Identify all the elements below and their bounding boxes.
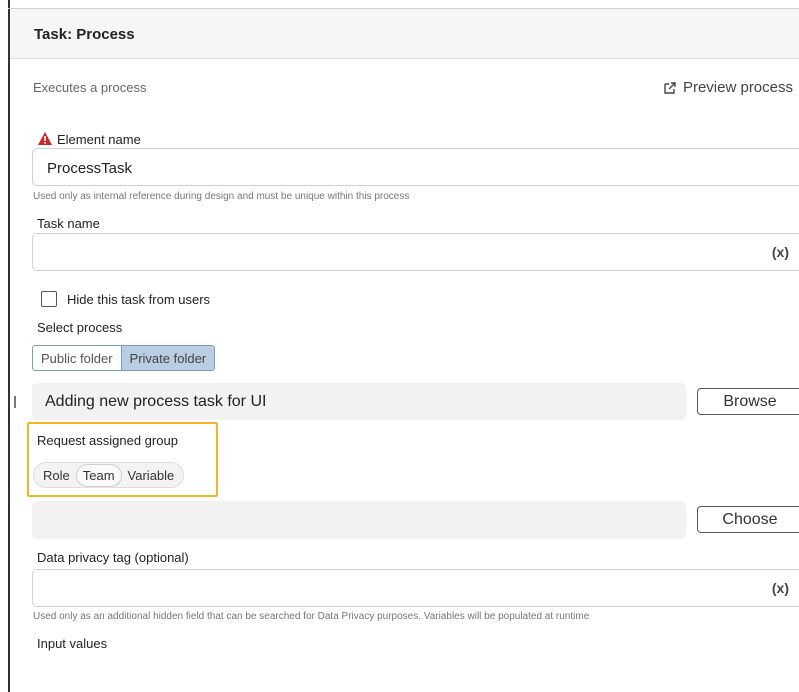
request-group-label: Request assigned group [37, 433, 178, 448]
panel-title: Task: Process [34, 26, 135, 43]
group-type-toggle: Role Team Variable [33, 462, 185, 488]
option-role[interactable]: Role [37, 465, 76, 486]
selected-process-value: Adding new process task for UI [45, 393, 267, 410]
tab-private-folder[interactable]: Private folder [120, 346, 215, 370]
hide-task-checkbox[interactable] [41, 291, 57, 307]
task-description: Executes a process [33, 80, 147, 95]
preview-process-link[interactable]: Preview process [663, 79, 793, 96]
panel-edge-marker [14, 396, 16, 408]
data-privacy-input[interactable]: (x) [32, 569, 799, 607]
option-team[interactable]: Team [75, 463, 122, 487]
data-privacy-help: Used only as an additional hidden field … [33, 611, 590, 622]
tab-public-folder[interactable]: Public folder [33, 346, 121, 370]
select-process-label: Select process [37, 320, 123, 335]
task-name-label: Task name [37, 216, 100, 231]
choose-button[interactable]: Choose [697, 506, 799, 533]
element-name-value: ProcessTask [47, 160, 133, 177]
data-privacy-variable-button[interactable]: (x) [772, 580, 789, 596]
element-name-help: Used only as internal reference during d… [33, 191, 410, 202]
hide-task-label: Hide this task from users [67, 292, 211, 307]
browse-button[interactable]: Browse [697, 388, 799, 415]
input-values-heading: Input values [37, 636, 108, 651]
preview-process-label: Preview process [682, 79, 793, 96]
assigned-group-field[interactable] [32, 501, 686, 539]
panel-left-border [8, 0, 10, 692]
panel-header: Task: Process [10, 9, 799, 59]
external-link-icon [664, 81, 676, 94]
element-name-label: Element name [57, 132, 141, 147]
task-process-panel: Task: Process Executes a process Preview… [0, 0, 799, 692]
option-variable[interactable]: Variable [122, 465, 181, 486]
folder-toggle: Public folder Private folder [32, 345, 216, 371]
selected-process-field[interactable]: Adding new process task for UI [32, 383, 686, 420]
data-privacy-label: Data privacy tag (optional) [37, 550, 189, 565]
task-name-variable-button[interactable]: (x) [772, 244, 789, 260]
task-name-input[interactable]: (x) [32, 233, 799, 271]
warning-icon [38, 132, 52, 145]
element-name-input[interactable]: ProcessTask [32, 148, 799, 186]
